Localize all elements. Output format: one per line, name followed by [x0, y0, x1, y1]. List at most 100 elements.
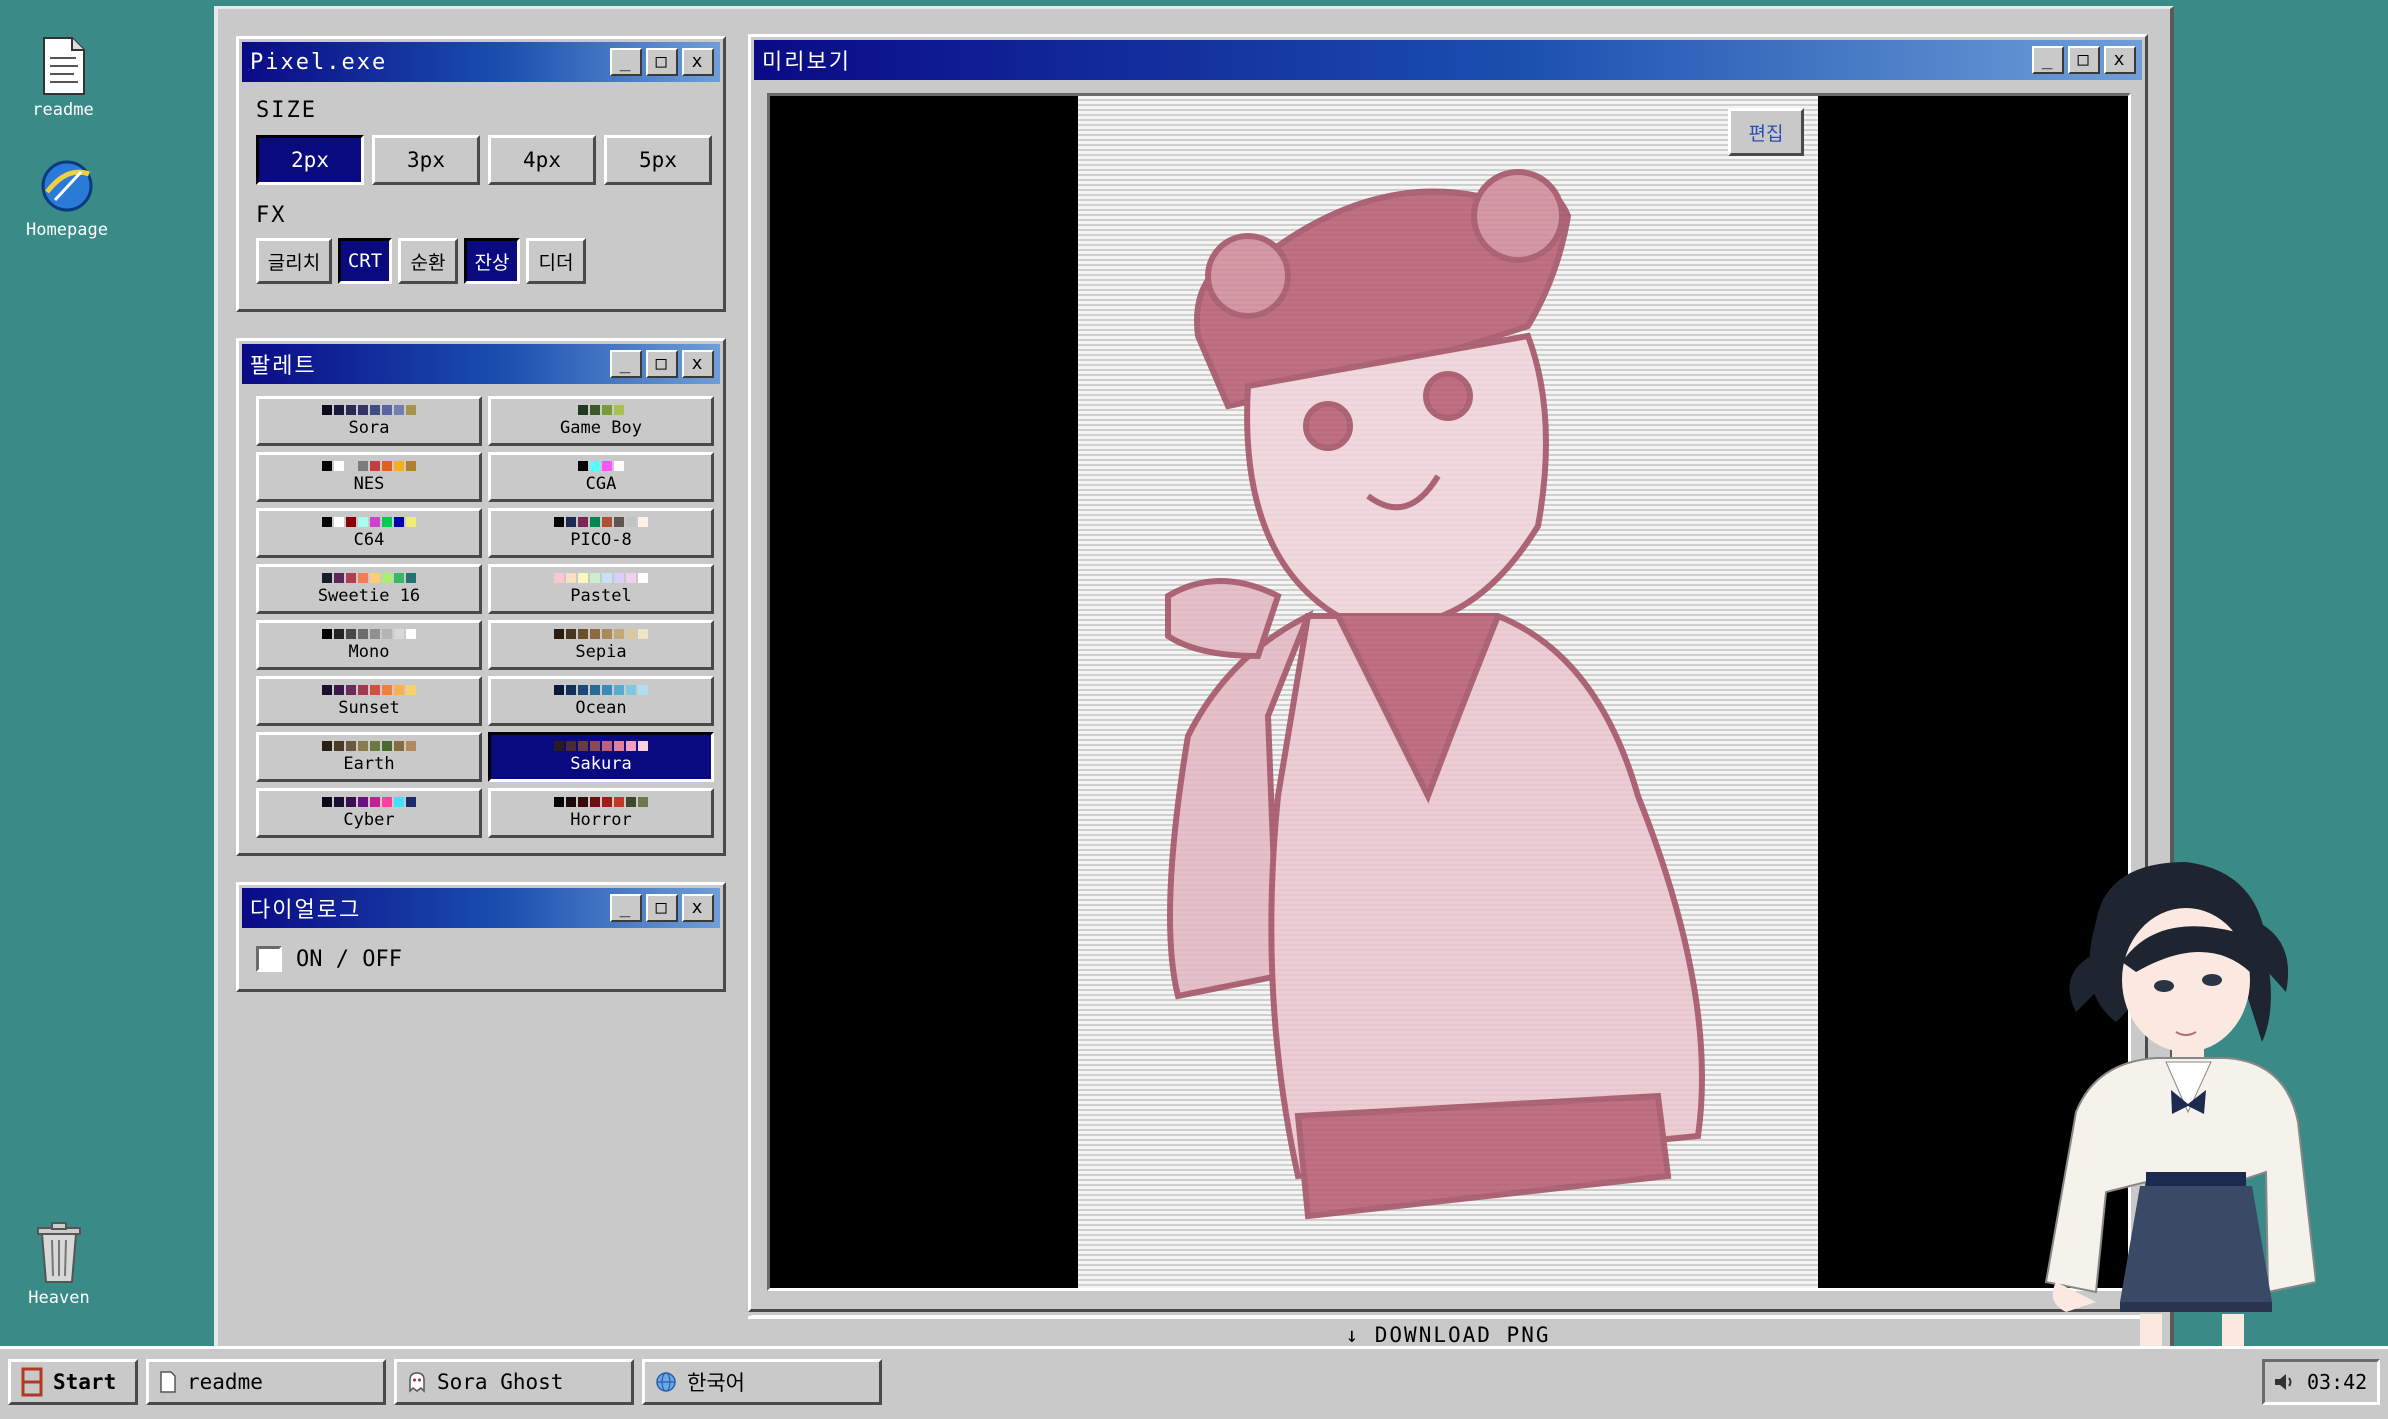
palette-option-c64[interactable]: C64: [256, 508, 482, 558]
taskbar: Start readme Sora Ghost 한국어 03:42: [0, 1346, 2388, 1419]
fx-button-glitch[interactable]: 글리치: [256, 238, 332, 284]
palette-swatch: [370, 796, 380, 807]
palette-name: Cyber: [343, 809, 395, 830]
desktop-icon-label: Heaven: [28, 1288, 90, 1308]
palette-swatch: [370, 516, 380, 527]
palette-swatch: [358, 740, 368, 751]
desktop-icon-readme[interactable]: readme: [8, 36, 118, 120]
palette-swatch: [578, 684, 588, 695]
palette-swatch: [406, 628, 416, 639]
palette-swatch: [602, 684, 612, 695]
minimize-button[interactable]: _: [610, 894, 642, 922]
palette-name: Earth: [343, 753, 395, 774]
palette-swatch: [394, 460, 404, 471]
palette-option-sora[interactable]: Sora: [256, 396, 482, 446]
palette-option-sepia[interactable]: Sepia: [488, 620, 714, 670]
palette-swatch: [590, 516, 600, 527]
fx-button-crt[interactable]: CRT: [338, 238, 392, 284]
system-tray: 03:42: [2262, 1359, 2380, 1405]
palette-option-sunset[interactable]: Sunset: [256, 676, 482, 726]
start-button[interactable]: Start: [8, 1359, 138, 1405]
fx-button-dither[interactable]: 디더: [526, 238, 586, 284]
browser-icon: [41, 160, 93, 212]
preview-image: 편집: [1078, 96, 1818, 1288]
palette-swatch: [322, 628, 332, 639]
palette-swatch: [614, 460, 624, 471]
palette-option-game-boy[interactable]: Game Boy: [488, 396, 714, 446]
palette-swatch: [346, 404, 356, 415]
palette-option-sakura[interactable]: Sakura: [488, 732, 714, 782]
palette-swatch: [322, 572, 332, 583]
dialog-window-titlebar[interactable]: 다이얼로그 _ □ x: [242, 888, 720, 928]
minimize-button[interactable]: _: [2032, 46, 2064, 74]
palette-swatch: [334, 796, 344, 807]
palette-option-pastel[interactable]: Pastel: [488, 564, 714, 614]
close-button[interactable]: x: [682, 48, 714, 76]
preview-window-titlebar[interactable]: 미리보기 _ □ x: [754, 40, 2142, 80]
palette-option-earth[interactable]: Earth: [256, 732, 482, 782]
fx-button-afterimage[interactable]: 잔상: [464, 238, 520, 284]
palette-swatch: [626, 572, 636, 583]
close-button[interactable]: x: [682, 350, 714, 378]
maximize-button[interactable]: □: [646, 350, 678, 378]
palette-swatch: [638, 572, 648, 583]
palette-window-titlebar[interactable]: 팔레트 _ □ x: [242, 344, 720, 384]
palette-option-pico-8[interactable]: PICO-8: [488, 508, 714, 558]
palette-option-cga[interactable]: CGA: [488, 452, 714, 502]
desktop-icon-label: readme: [32, 100, 94, 120]
maximize-button[interactable]: □: [646, 894, 678, 922]
palette-swatch: [602, 628, 612, 639]
minimize-button[interactable]: _: [610, 350, 642, 378]
palette-swatch: [358, 684, 368, 695]
maximize-button[interactable]: □: [2068, 46, 2100, 74]
palette-swatch: [626, 740, 636, 751]
palette-option-sweetie-16[interactable]: Sweetie 16: [256, 564, 482, 614]
desktop-icon-homepage[interactable]: Homepage: [12, 156, 122, 240]
size-button-5px[interactable]: 5px: [604, 135, 712, 185]
size-button-2px[interactable]: 2px: [256, 135, 364, 185]
palette-swatch: [406, 796, 416, 807]
palette-swatch: [566, 740, 576, 751]
taskbar-item-readme[interactable]: readme: [146, 1359, 386, 1405]
palette-swatch: [346, 516, 356, 527]
ghost-icon: [409, 1372, 425, 1393]
taskbar-item-sora-ghost[interactable]: Sora Ghost: [394, 1359, 634, 1405]
palette-swatch: [358, 516, 368, 527]
palette-option-nes[interactable]: NES: [256, 452, 482, 502]
taskbar-item-language[interactable]: 한국어: [642, 1359, 882, 1405]
size-button-group: 2px 3px 4px 5px: [256, 135, 720, 185]
desktop-icon-heaven[interactable]: Heaven: [4, 1222, 114, 1308]
palette-name: Mono: [348, 641, 390, 662]
dialog-toggle[interactable]: ON / OFF: [256, 946, 720, 972]
palette-swatch: [602, 572, 612, 583]
palette-swatch: [334, 460, 344, 471]
palette-option-cyber[interactable]: Cyber: [256, 788, 482, 838]
minimize-button[interactable]: _: [610, 48, 642, 76]
dialog-checkbox[interactable]: [256, 946, 282, 972]
palette-swatch: [578, 740, 588, 751]
palette-swatch: [638, 684, 648, 695]
size-button-4px[interactable]: 4px: [488, 135, 596, 185]
download-button[interactable]: ↓ DOWNLOAD PNG: [748, 1316, 2148, 1346]
size-button-3px[interactable]: 3px: [372, 135, 480, 185]
edit-button[interactable]: 편집: [1728, 108, 1804, 156]
palette-swatch: [626, 684, 636, 695]
palette-option-ocean[interactable]: Ocean: [488, 676, 714, 726]
maximize-button[interactable]: □: [646, 48, 678, 76]
palette-option-horror[interactable]: Horror: [488, 788, 714, 838]
speaker-icon[interactable]: [2273, 1372, 2297, 1392]
palette-swatch: [602, 740, 612, 751]
palette-swatch: [346, 572, 356, 583]
palette-swatch: [334, 404, 344, 415]
close-button[interactable]: x: [682, 894, 714, 922]
pixel-window-titlebar[interactable]: Pixel.exe _ □ x: [242, 42, 720, 82]
clock: 03:42: [2307, 1370, 2368, 1394]
palette-swatch: [394, 404, 404, 415]
palette-swatch: [370, 460, 380, 471]
fx-button-cycle[interactable]: 순환: [398, 238, 458, 284]
palette-name: Sakura: [570, 753, 632, 774]
close-button[interactable]: x: [2104, 46, 2136, 74]
palette-swatch: [346, 796, 356, 807]
palette-swatch: [382, 572, 392, 583]
palette-option-mono[interactable]: Mono: [256, 620, 482, 670]
